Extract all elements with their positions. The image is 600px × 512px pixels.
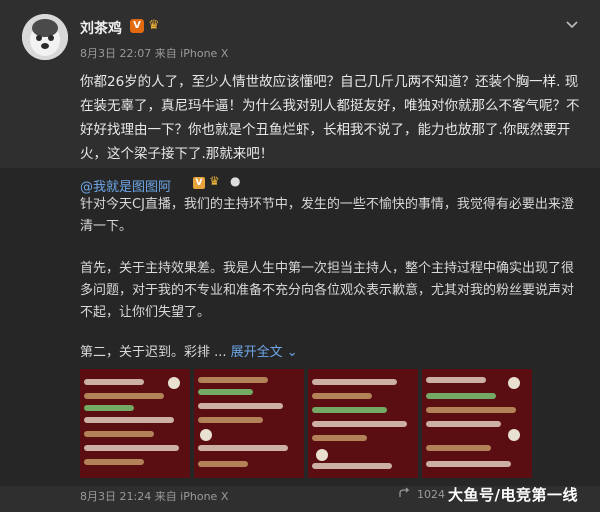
thumbnail-image[interactable] [194, 369, 304, 478]
image-thumbnails [80, 369, 534, 478]
quoted-paragraph-1: 针对今天CJ直播，我们的主持环节中，发生的一些不愉快的事情，我觉得有必要出来澄清… [80, 197, 574, 234]
thumbnail-image[interactable] [308, 369, 418, 478]
post-text: 你都26岁的人了，至少人情世故应该懂吧？自己几斤几两不知道？还装个胸一样. 现在… [80, 74, 580, 162]
author-avatar[interactable] [22, 14, 68, 60]
share-icon[interactable] [398, 486, 412, 500]
watermark-text: 大鱼号/电竞第一线 [448, 486, 578, 504]
quoted-footer-time: 8月3日 21:24 来自 iPhone X [80, 490, 229, 503]
vip-crown-icon: ♛ [148, 18, 160, 33]
quoted-paragraph-3: 第二，关于迟到。彩排 ... 展开全文 ⌄ [80, 342, 580, 364]
share-count: 1024 [417, 488, 445, 501]
dog-avatar-image [22, 14, 68, 60]
quoted-panda-icon: ● [230, 174, 241, 188]
quoted-paragraph-3-text: 第二，关于迟到。彩排 ... [80, 345, 231, 360]
chevron-down-icon[interactable] [564, 16, 580, 32]
quoted-verified-badge-icon: V [193, 177, 205, 189]
expand-full-text-link[interactable]: 展开全文 ⌄ [231, 345, 298, 360]
verified-badge-icon: V [130, 19, 144, 33]
author-name[interactable]: 刘茶鸡 [80, 18, 122, 38]
quoted-author-link[interactable]: @我就是图图阿 [80, 176, 171, 195]
quoted-paragraph-2: 首先，关于主持效果差。我是人生中第一次担当主持人，整个主持过程中确实出现了很多问… [80, 261, 575, 320]
thumbnail-image[interactable] [80, 369, 190, 478]
quoted-crown-icon: ♛ [209, 174, 220, 188]
weibo-post: 刘茶鸡 V ♛ 8月3日 22:07 来自 iPhone X 你都26岁的人了，… [0, 0, 600, 512]
thumbnail-image[interactable] [422, 369, 532, 478]
quoted-post[interactable]: @我就是图图阿 V ♛ ● 针对今天CJ直播，我们的主持环节中，发生的一些不愉快… [0, 168, 600, 486]
post-meta: 8月3日 22:07 来自 iPhone X [80, 47, 229, 60]
